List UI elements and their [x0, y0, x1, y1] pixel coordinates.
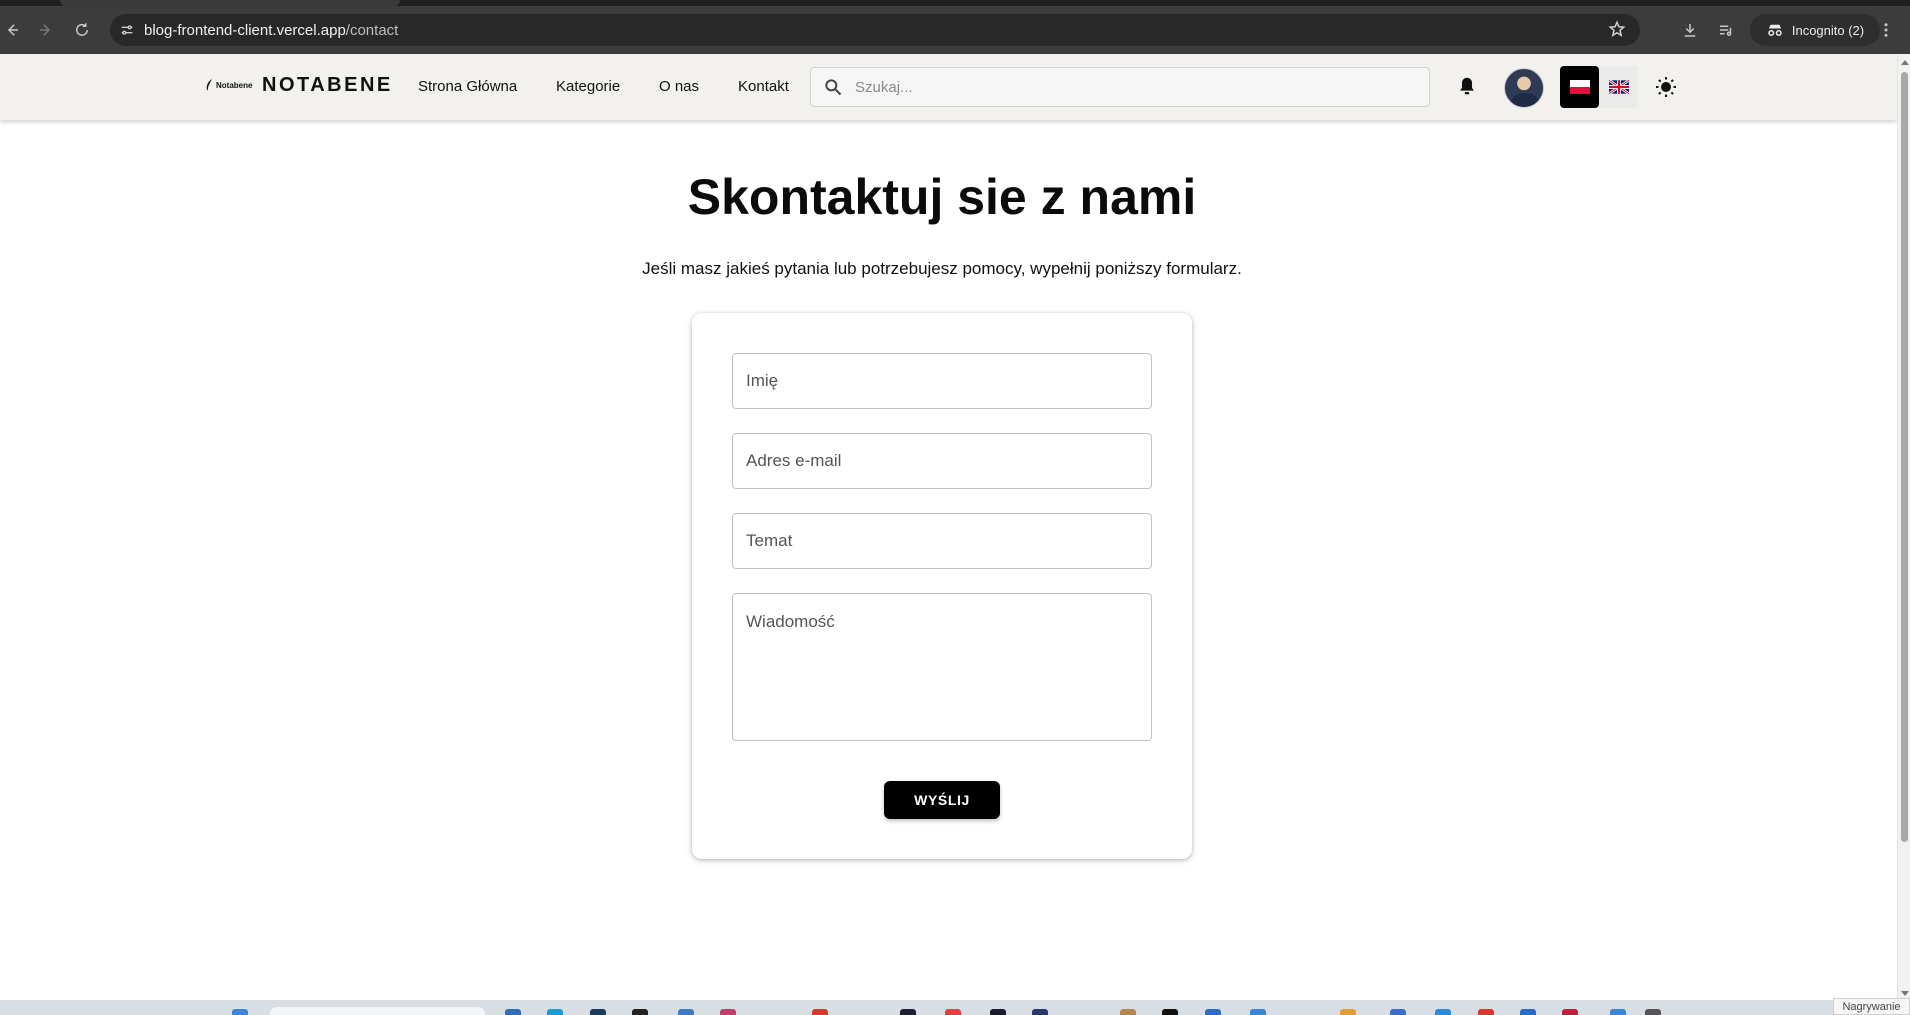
- bookmark-star-icon[interactable]: [1608, 20, 1626, 43]
- scrollbar-thumb[interactable]: [1901, 72, 1908, 842]
- download-icon[interactable]: [1678, 18, 1702, 42]
- taskbar-app-icon[interactable]: [990, 1009, 1006, 1015]
- taskbar-app-icon[interactable]: [1562, 1009, 1578, 1015]
- taskbar-app-icon[interactable]: [678, 1009, 694, 1015]
- nav-about[interactable]: O nas: [659, 78, 699, 95]
- taskbar-app-icon[interactable]: [1120, 1009, 1136, 1015]
- taskbar-app-icon[interactable]: [900, 1009, 916, 1015]
- taskbar-app-icon[interactable]: [1032, 1009, 1048, 1015]
- taskbar-app-icon[interactable]: [590, 1009, 606, 1015]
- scroll-up-arrow-icon[interactable]: [1901, 60, 1909, 65]
- email-input[interactable]: [733, 434, 1151, 488]
- subject-field: [732, 513, 1152, 569]
- taskbar-app-icon[interactable]: [1250, 1009, 1266, 1015]
- search-input[interactable]: [855, 78, 1415, 96]
- page-title: Skontaktuj sie z nami: [687, 169, 1197, 225]
- taskbar-app-icon[interactable]: [1205, 1009, 1221, 1015]
- back-icon[interactable]: [0, 18, 24, 42]
- scroll-down-arrow-icon[interactable]: [1901, 991, 1909, 996]
- site-logo-text[interactable]: NOTABENE: [262, 74, 393, 97]
- search-icon: [811, 77, 855, 97]
- submit-button[interactable]: WYŚLIJ: [884, 781, 1000, 819]
- site-header: Notabene NOTABENE Strona Główna Kategori…: [0, 54, 1897, 120]
- taskbar-app-icon[interactable]: [720, 1009, 736, 1015]
- start-icon[interactable]: [232, 1009, 248, 1015]
- taskbar-app-icon[interactable]: [1478, 1009, 1494, 1015]
- reload-icon[interactable]: [70, 18, 94, 42]
- url-path: /contact: [345, 21, 399, 39]
- lang-en-button[interactable]: [1599, 66, 1638, 108]
- theme-toggle-sun-icon[interactable]: [1654, 75, 1678, 99]
- email-field: [732, 433, 1152, 489]
- nav-categories[interactable]: Kategorie: [556, 78, 620, 95]
- contact-form: WYŚLIJ: [692, 313, 1192, 859]
- url-text[interactable]: blog-frontend-client.vercel.app/contact: [144, 22, 398, 39]
- logo-small-text: Notabene: [216, 80, 253, 90]
- subject-input[interactable]: [733, 514, 1151, 568]
- more-menu-icon[interactable]: [1874, 18, 1898, 42]
- os-taskbar: [0, 1000, 1910, 1015]
- message-field: [732, 593, 1152, 741]
- taskbar-app-icon[interactable]: [945, 1009, 961, 1015]
- uk-flag-icon: [1608, 80, 1629, 94]
- user-avatar[interactable]: [1504, 68, 1544, 108]
- taskbar-app-icon[interactable]: [1435, 1009, 1451, 1015]
- taskbar-app-icon[interactable]: [547, 1009, 563, 1015]
- notifications-bell-icon[interactable]: [1456, 75, 1478, 97]
- forward-icon[interactable]: [34, 18, 58, 42]
- taskbar-search-pill[interactable]: [270, 1007, 485, 1015]
- site-info-icon[interactable]: [110, 14, 144, 46]
- taskbar-app-icon[interactable]: [505, 1009, 521, 1015]
- url-host: blog-frontend-client.vercel.app: [144, 21, 346, 39]
- search-box[interactable]: [810, 67, 1430, 107]
- recording-label: Nagrywanie: [1833, 998, 1910, 1015]
- address-bar[interactable]: blog-frontend-client.vercel.app/contact: [110, 14, 1640, 46]
- taskbar-app-icon[interactable]: [632, 1009, 648, 1015]
- taskbar-app-icon[interactable]: [1610, 1009, 1626, 1015]
- nav-contact[interactable]: Kontakt: [738, 78, 789, 95]
- page-subtitle: Jeśli masz jakieś pytania lub potrzebuje…: [642, 259, 1242, 278]
- name-input[interactable]: [733, 354, 1151, 408]
- taskbar-app-icon[interactable]: [1645, 1009, 1661, 1015]
- taskbar-app-icon[interactable]: [1520, 1009, 1536, 1015]
- poland-flag-icon: [1569, 80, 1590, 94]
- message-textarea[interactable]: [733, 594, 1151, 740]
- incognito-icon: [1768, 24, 1782, 36]
- taskbar-app-icon[interactable]: [1390, 1009, 1406, 1015]
- quill-icon: [206, 79, 213, 91]
- media-playlist-icon[interactable]: [1714, 18, 1738, 42]
- nav-home[interactable]: Strona Główna: [418, 78, 517, 95]
- incognito-label: Incognito (2): [1791, 22, 1865, 38]
- name-field: [732, 353, 1152, 409]
- taskbar-app-icon[interactable]: [1340, 1009, 1356, 1015]
- logo-mark[interactable]: Notabene: [205, 79, 252, 91]
- taskbar-app-icon[interactable]: [1162, 1009, 1178, 1015]
- lang-pl-button[interactable]: [1560, 66, 1599, 108]
- page-scrollbar[interactable]: [1897, 54, 1910, 1000]
- incognito-indicator[interactable]: Incognito (2): [1750, 14, 1880, 46]
- language-switcher: [1560, 66, 1638, 108]
- taskbar-app-icon[interactable]: [812, 1009, 828, 1015]
- browser-toolbar: blog-frontend-client.vercel.app/contact …: [0, 6, 1910, 54]
